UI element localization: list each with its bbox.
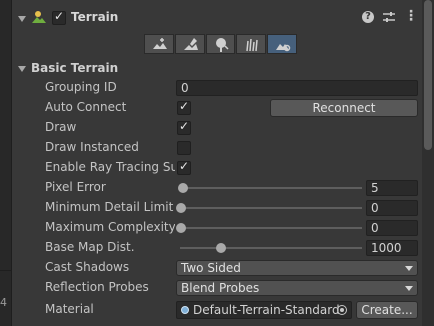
component-enabled-checkbox[interactable]: ✓ bbox=[52, 9, 66, 25]
paint-details-icon bbox=[246, 38, 259, 52]
grouping-id-field[interactable]: 0 bbox=[176, 80, 418, 96]
ray-tracing-checkbox[interactable]: ✓ bbox=[177, 159, 191, 175]
auto-connect-label: Auto Connect bbox=[45, 100, 127, 114]
draw-checkbox[interactable]: ✓ bbox=[177, 119, 191, 135]
terrain-component-panel: ✓ Terrain ? ⋮ Basic Terrain Grouping ID … bbox=[12, 0, 422, 326]
draw-instanced-label: Draw Instanced bbox=[45, 140, 139, 154]
reflection-probes-value: Blend Probes bbox=[181, 281, 260, 295]
grouping-id-row: Grouping ID 0 bbox=[12, 78, 422, 98]
pixel-error-slider-thumb[interactable] bbox=[178, 183, 188, 193]
tool-raise-lower[interactable] bbox=[144, 34, 174, 54]
left-separator bbox=[0, 270, 11, 271]
min-detail-slider-track[interactable] bbox=[180, 207, 362, 209]
draw-row: Draw ✓ bbox=[12, 118, 422, 138]
pixel-error-label: Pixel Error bbox=[45, 180, 106, 194]
min-detail-label: Minimum Detail Limit bbox=[45, 200, 174, 214]
min-detail-slider-thumb[interactable] bbox=[176, 203, 186, 213]
base-map-dist-slider-thumb[interactable] bbox=[216, 243, 226, 253]
paint-tool-icon bbox=[183, 38, 198, 50]
tool-paint-details[interactable] bbox=[236, 34, 267, 54]
reconnect-button[interactable]: Reconnect bbox=[270, 99, 418, 117]
max-complexity-label: Maximum Complexity Limit bbox=[45, 220, 175, 234]
min-detail-row: Minimum Detail Limit 0 bbox=[12, 198, 422, 218]
reflection-probes-dropdown[interactable]: Blend Probes bbox=[176, 280, 418, 296]
section-foldout-arrow-icon[interactable] bbox=[18, 66, 26, 72]
tool-paint-trees[interactable] bbox=[205, 34, 236, 54]
auto-connect-checkbox[interactable]: ✓ bbox=[177, 99, 191, 115]
object-picker-icon[interactable] bbox=[337, 305, 347, 315]
max-complexity-slider-track[interactable] bbox=[180, 227, 362, 229]
min-detail-field[interactable]: 0 bbox=[366, 200, 418, 216]
material-row: Material Default-Terrain-Standard Create… bbox=[12, 300, 422, 320]
presets-icon[interactable] bbox=[382, 10, 396, 24]
base-map-dist-field[interactable]: 1000 bbox=[366, 240, 418, 256]
material-value: Default-Terrain-Standard bbox=[193, 303, 340, 317]
pixel-error-slider-track[interactable] bbox=[180, 187, 362, 189]
terrain-icon bbox=[32, 11, 46, 23]
grouping-id-label: Grouping ID bbox=[45, 80, 117, 94]
left-panel-edge: 4 bbox=[0, 0, 12, 326]
tool-paint[interactable] bbox=[174, 34, 205, 54]
component-header[interactable]: ✓ Terrain ? ⋮ bbox=[12, 6, 422, 32]
reflection-probes-label: Reflection Probes bbox=[45, 280, 149, 294]
base-map-dist-label: Base Map Dist. bbox=[45, 240, 135, 254]
terrain-settings-icon bbox=[276, 44, 291, 52]
material-icon bbox=[181, 306, 189, 314]
reflection-probes-row: Reflection Probes Blend Probes bbox=[12, 278, 422, 298]
material-label: Material bbox=[45, 302, 94, 316]
inspector-window: 4 ✓ Terrain ? ⋮ Basic Terrain Grouping I… bbox=[0, 0, 434, 326]
ray-tracing-row: Enable Ray Tracing Support ✓ bbox=[12, 158, 422, 178]
section-title: Basic Terrain bbox=[31, 61, 119, 75]
cast-shadows-dropdown[interactable]: Two Sided bbox=[176, 260, 418, 276]
left-panel-glyph: 4 bbox=[0, 296, 7, 309]
foldout-arrow-icon[interactable] bbox=[18, 16, 26, 22]
raise-lower-tool-icon bbox=[153, 38, 167, 49]
draw-instanced-checkbox[interactable] bbox=[177, 141, 191, 155]
draw-label: Draw bbox=[45, 120, 77, 134]
component-title: Terrain bbox=[71, 10, 119, 24]
max-complexity-row: Maximum Complexity Limit 0 bbox=[12, 218, 422, 238]
paint-trees-icon bbox=[215, 38, 229, 52]
pixel-error-field[interactable]: 5 bbox=[366, 180, 418, 196]
cast-shadows-label: Cast Shadows bbox=[45, 260, 130, 274]
terrain-tools-toolbar bbox=[144, 34, 298, 54]
pixel-error-row: Pixel Error 5 bbox=[12, 178, 422, 198]
create-material-button[interactable]: Create... bbox=[356, 301, 418, 319]
dropdown-caret-icon bbox=[405, 266, 413, 271]
context-menu-icon[interactable]: ⋮ bbox=[404, 9, 418, 23]
scrollbar-thumb[interactable] bbox=[424, 0, 432, 150]
dropdown-caret-icon bbox=[405, 286, 413, 291]
base-map-dist-row: Base Map Dist. 1000 bbox=[12, 238, 422, 258]
draw-instanced-row: Draw Instanced bbox=[12, 138, 422, 158]
tool-terrain-settings[interactable] bbox=[267, 34, 297, 54]
auto-connect-row: Auto Connect ✓ Reconnect bbox=[12, 98, 422, 118]
cast-shadows-row: Cast Shadows Two Sided bbox=[12, 258, 422, 278]
max-complexity-field[interactable]: 0 bbox=[366, 220, 418, 236]
ray-tracing-label: Enable Ray Tracing Support bbox=[45, 160, 175, 174]
basic-terrain-foldout[interactable]: Basic Terrain bbox=[12, 60, 422, 78]
material-object-field[interactable]: Default-Terrain-Standard bbox=[176, 301, 352, 319]
cast-shadows-value: Two Sided bbox=[181, 261, 241, 275]
max-complexity-slider-thumb[interactable] bbox=[176, 223, 186, 233]
help-icon[interactable]: ? bbox=[362, 11, 374, 23]
base-map-dist-slider-track[interactable] bbox=[180, 247, 362, 249]
